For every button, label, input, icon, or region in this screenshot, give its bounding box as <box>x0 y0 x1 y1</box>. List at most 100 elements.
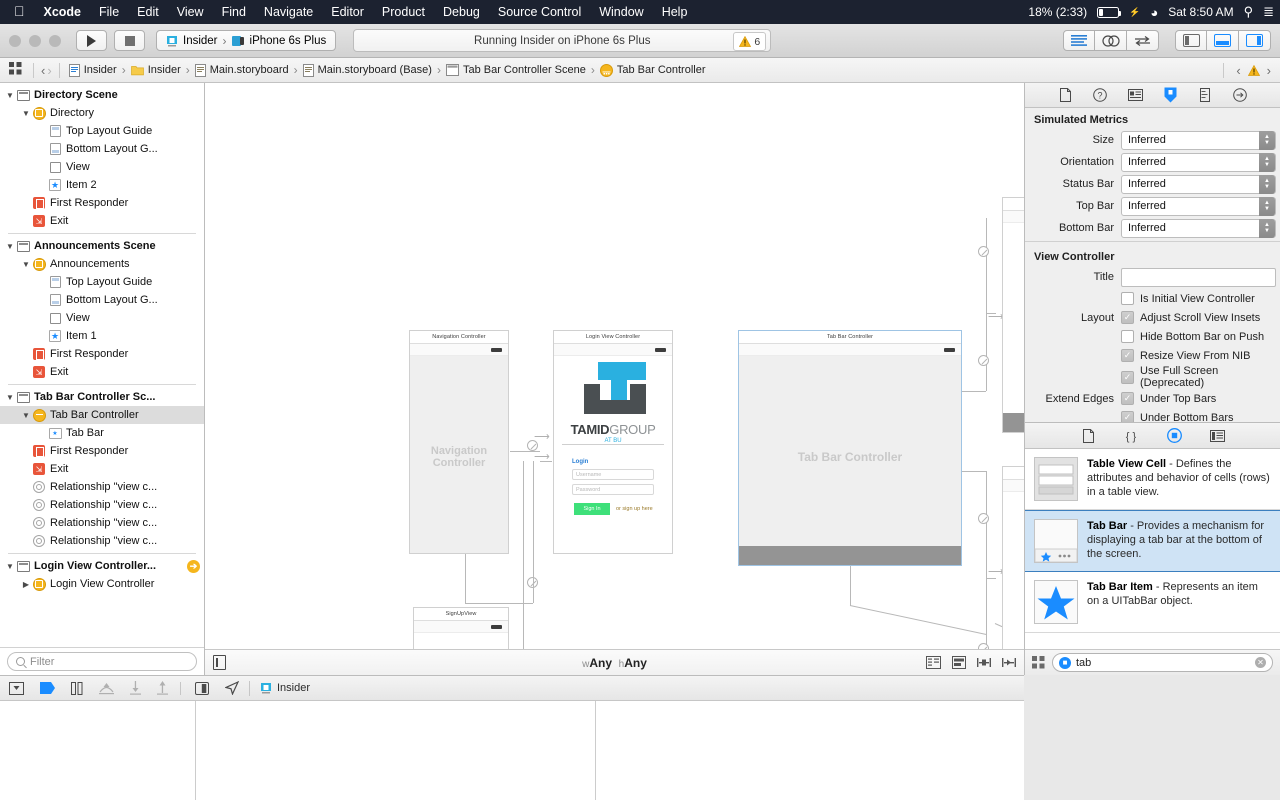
size-inspector-icon[interactable] <box>1197 87 1214 104</box>
location-icon[interactable] <box>225 681 239 695</box>
breadcrumb-folder[interactable]: Insider <box>129 64 183 76</box>
outline-row[interactable]: ▼ Relationship "view c... <box>0 496 204 514</box>
standard-editor-icon[interactable] <box>1063 30 1095 51</box>
stepper-icon[interactable]: ▲ ▼ <box>1259 174 1275 194</box>
pause-icon[interactable] <box>71 681 83 695</box>
step-into-icon[interactable] <box>130 681 141 695</box>
outline-row[interactable]: ▼ View <box>0 158 204 176</box>
attributes-inspector-body[interactable]: Simulated Metrics Size Inferred ▲ ▼ Orientati… <box>1025 108 1280 422</box>
library-item[interactable]: Tab Bar - Provides a mechanism for displ… <box>1025 510 1280 572</box>
view-debug-icon[interactable] <box>180 681 209 695</box>
outline-row[interactable]: ▼ Bottom Layout G... <box>0 140 204 158</box>
outline-filter-field[interactable]: Filter <box>7 652 197 671</box>
popup-button[interactable]: Inferred ▲ ▼ <box>1121 218 1276 238</box>
segue-badge[interactable] <box>978 513 989 524</box>
outline-row[interactable]: ▼ Announcements <box>0 255 204 273</box>
menu-item-help[interactable]: Help <box>653 5 697 19</box>
library-item[interactable]: Table View Cell - Defines the attributes… <box>1025 449 1280 510</box>
disclosure-down-icon[interactable]: ▼ <box>4 393 16 402</box>
checkbox[interactable]: ✓ <box>1121 370 1134 384</box>
file-template-library-icon[interactable] <box>1080 427 1097 444</box>
disclosure-down-icon[interactable]: ▼ <box>4 242 16 251</box>
disclosure-down-icon[interactable]: ▼ <box>20 411 32 420</box>
library-item[interactable]: Tab Bar Item - Represents an item on a U… <box>1025 572 1280 633</box>
scheme-selector[interactable]: Insider › iPhone 6s Plus <box>156 30 337 51</box>
warning-triangle-icon[interactable] <box>1247 64 1260 76</box>
outline-row[interactable]: ▼ Login View Controller... ➔ <box>0 557 204 575</box>
window-traffic-lights[interactable] <box>9 34 61 47</box>
outline-row[interactable]: ▼ Tab Bar Controller <box>0 406 204 424</box>
apple-menu-icon[interactable]:  <box>8 3 35 21</box>
debug-process-label[interactable]: Insider <box>260 682 310 695</box>
outline-row[interactable]: ▼⇲ Exit <box>0 212 204 230</box>
password-field[interactable]: Password <box>572 484 654 495</box>
checkbox[interactable]: ✓ <box>1121 411 1134 422</box>
outline-row[interactable]: ▼ Announcements Scene <box>0 237 204 255</box>
outline-row[interactable]: ▼ Top Layout Guide <box>0 122 204 140</box>
back-button[interactable]: ‹ <box>41 63 45 78</box>
sign-in-button[interactable]: Sign In <box>574 503 610 515</box>
navigator-toggle-icon[interactable] <box>1175 30 1207 51</box>
disclosure-down-icon[interactable]: ▼ <box>4 562 16 571</box>
library-grid-icon[interactable] <box>1032 656 1045 669</box>
scene-team-dashboards[interactable]: Team Dashboards <box>1002 466 1024 649</box>
warning-badge[interactable]: 6 <box>733 32 767 51</box>
menu-item-edit[interactable]: Edit <box>128 5 168 19</box>
scene-login-view-controller[interactable]: Login View Controller TAMIDGROUP AT BU L… <box>553 330 673 554</box>
outline-row[interactable]: ▼ Directory <box>0 104 204 122</box>
menu-item-source-control[interactable]: Source Control <box>489 5 590 19</box>
outline-row[interactable]: ▼ Directory Scene <box>0 86 204 104</box>
close-button[interactable] <box>9 34 21 47</box>
popup-button[interactable]: Inferred ▲ ▼ <box>1121 152 1276 172</box>
menu-item-view[interactable]: View <box>168 5 213 19</box>
wifi-icon[interactable]: ◕ <box>1150 5 1158 20</box>
size-class-indicator[interactable]: wAny hAny <box>205 656 1024 670</box>
menu-item-editor[interactable]: Editor <box>322 5 373 19</box>
checkbox[interactable]: ✓ <box>1121 311 1134 324</box>
file-inspector-icon[interactable] <box>1057 87 1074 104</box>
version-editor-icon[interactable] <box>1127 30 1159 51</box>
stepper-icon[interactable]: ▲ ▼ <box>1259 218 1275 238</box>
quick-help-icon[interactable]: ? <box>1092 87 1109 104</box>
popup-button[interactable]: Inferred ▲ ▼ <box>1121 196 1276 216</box>
checkbox[interactable] <box>1121 292 1134 305</box>
outline-row[interactable]: ▶ Login View Controller <box>0 575 204 593</box>
menu-item-debug[interactable]: Debug <box>434 5 489 19</box>
menu-item-xcode[interactable]: Xcode <box>35 5 91 19</box>
connections-inspector-icon[interactable] <box>1232 87 1249 104</box>
previous-issue-button[interactable]: ‹ <box>1236 63 1240 78</box>
disclosure-right-icon[interactable]: ▶ <box>20 580 32 589</box>
continue-icon[interactable] <box>40 682 55 694</box>
scene-directory[interactable]: Directory <box>1002 197 1024 433</box>
outline-row[interactable]: ▼ Tab Bar <box>0 424 204 442</box>
outline-row[interactable]: ▼⇲ Exit <box>0 460 204 478</box>
menu-item-navigate[interactable]: Navigate <box>255 5 322 19</box>
scene-tab-bar-controller[interactable]: Tab Bar Controller Tab Bar Controller <box>738 330 962 566</box>
menu-item-find[interactable]: Find <box>213 5 255 19</box>
document-outline-toggle-icon[interactable] <box>213 655 226 670</box>
utilities-toggle-icon[interactable] <box>1239 30 1271 51</box>
outline-row[interactable]: ▼ Top Layout Guide <box>0 273 204 291</box>
hide-debug-area-icon[interactable] <box>9 681 24 695</box>
breadcrumb-storyboard[interactable]: Main.storyboard <box>193 63 291 77</box>
minimize-button[interactable] <box>29 34 41 47</box>
console-view[interactable] <box>196 701 596 800</box>
breadcrumb-scene[interactable]: Tab Bar Controller Scene <box>444 64 588 76</box>
pin-icon[interactable] <box>977 656 991 669</box>
outline-row[interactable]: ▼ Tab Bar Controller Sc... <box>0 388 204 406</box>
checkbox[interactable]: ✓ <box>1121 349 1134 362</box>
tab-bar[interactable] <box>739 546 961 565</box>
forward-button[interactable]: › <box>47 63 51 78</box>
media-library-icon[interactable] <box>1209 427 1226 444</box>
stop-button[interactable] <box>114 30 145 51</box>
next-issue-button[interactable]: › <box>1267 63 1271 78</box>
outline-row[interactable]: ▼ Relationship "view c... <box>0 532 204 550</box>
code-snippet-library-icon[interactable]: { } <box>1123 427 1140 444</box>
assistant-editor-icon[interactable] <box>1095 30 1127 51</box>
document-outline-icon[interactable] <box>926 656 941 669</box>
library-item-list[interactable]: Table View Cell - Defines the attributes… <box>1025 449 1280 649</box>
scene-navigation-controller[interactable]: Navigation Controller Navigation Control… <box>409 330 509 554</box>
tab-bar[interactable] <box>1003 413 1024 432</box>
outline-row[interactable]: ▼⇲ Exit <box>0 363 204 381</box>
outline-row[interactable]: ▼ View <box>0 309 204 327</box>
